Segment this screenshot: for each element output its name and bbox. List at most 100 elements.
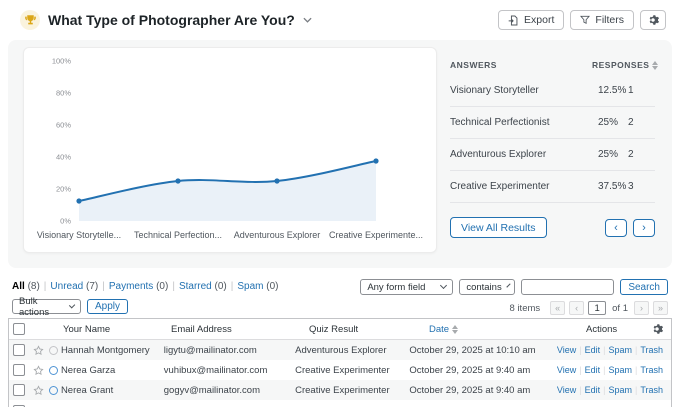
star-icon[interactable] xyxy=(33,365,44,376)
column-header-name: Your Name xyxy=(63,324,171,335)
filters-label: Filters xyxy=(595,14,624,26)
first-page-button[interactable]: « xyxy=(550,301,565,315)
search-input[interactable] xyxy=(521,279,614,295)
table-row: Hannah Montgomery ligytu@mailinator.com … xyxy=(9,340,671,360)
svg-text:Creative Experimente...: Creative Experimente... xyxy=(329,230,423,240)
entry-email: vuhibux@mailinator.com xyxy=(164,365,295,376)
column-header-date[interactable]: Date xyxy=(429,324,584,335)
table-row-partial xyxy=(9,400,671,407)
trash-link[interactable]: Trash xyxy=(640,365,663,375)
prev-answers-button[interactable]: ‹ xyxy=(605,219,627,237)
gear-icon xyxy=(647,14,659,26)
total-pages-label: of 1 xyxy=(612,303,628,314)
spam-link[interactable]: Spam xyxy=(608,385,632,395)
bulk-actions-select[interactable]: Bulk actions xyxy=(12,299,81,314)
entry-date: October 29, 2025 at 9:40 am xyxy=(409,365,557,376)
header-actions: Export Filters xyxy=(498,10,666,30)
svg-text:20%: 20% xyxy=(56,185,71,194)
trash-link[interactable]: Trash xyxy=(640,385,663,395)
svg-text:60%: 60% xyxy=(56,121,71,130)
spam-link[interactable]: Spam xyxy=(608,365,632,375)
entry-name: Hannah Montgomery xyxy=(61,345,164,356)
answers-column-header: Answers xyxy=(450,60,592,70)
sort-icon xyxy=(452,325,458,334)
star-icon[interactable] xyxy=(33,345,44,356)
edit-link[interactable]: Edit xyxy=(585,345,601,355)
apply-button[interactable]: Apply xyxy=(87,299,128,314)
results-overview-panel: 0% 20% 40% 60% 80% 100% Visionary Storytelle..… xyxy=(8,40,672,268)
filter-link-all[interactable]: All (8) xyxy=(12,281,40,292)
filter-link-payments[interactable]: Payments (0) xyxy=(109,281,168,292)
responses-column-header[interactable]: Responses xyxy=(592,60,655,70)
settings-button[interactable] xyxy=(640,10,666,30)
chevron-down-icon xyxy=(68,302,75,309)
filters-button[interactable]: Filters xyxy=(570,10,634,30)
spam-link[interactable]: Spam xyxy=(608,345,632,355)
svg-text:Technical Perfection...: Technical Perfection... xyxy=(134,230,222,240)
search-button[interactable]: Search xyxy=(620,279,668,295)
next-page-button[interactable]: › xyxy=(634,301,649,315)
row-checkbox[interactable] xyxy=(13,384,25,396)
entry-date: October 29, 2025 at 10:10 am xyxy=(409,345,557,356)
view-all-results-button[interactable]: View All Results xyxy=(450,217,547,238)
filter-link-starred[interactable]: Starred (0) xyxy=(179,281,227,292)
table-row: Nerea Garza vuhibux@mailinator.com Creat… xyxy=(9,360,671,380)
last-page-button[interactable]: » xyxy=(653,301,668,315)
answers-table-header: Answers Responses xyxy=(450,56,655,74)
view-link[interactable]: View xyxy=(557,345,576,355)
answers-panel: Answers Responses Visionary Storyteller … xyxy=(450,56,655,238)
prev-page-button[interactable]: ‹ xyxy=(569,301,584,315)
star-icon[interactable] xyxy=(33,385,44,396)
entry-name: Nerea Garza xyxy=(61,365,164,376)
select-all-checkbox[interactable] xyxy=(13,323,25,335)
sort-icon xyxy=(652,61,658,70)
entries-table: Your Name Email Address Quiz Result Date… xyxy=(8,318,672,407)
entries-section: All (8) Unread (7) Payments (0) Starred (0)… xyxy=(0,268,680,407)
chevron-down-icon xyxy=(440,282,447,289)
svg-text:80%: 80% xyxy=(56,89,71,98)
column-header-actions: Actions xyxy=(586,324,617,335)
pagination-row: 8 items « ‹ of 1 › » xyxy=(510,301,668,315)
entries-table-header: Your Name Email Address Quiz Result Date… xyxy=(9,319,671,340)
svg-text:40%: 40% xyxy=(56,153,71,162)
search-tools: Any form field contains Search xyxy=(360,279,668,295)
read-status-icon[interactable] xyxy=(49,386,58,395)
next-answers-button[interactable]: › xyxy=(633,219,655,237)
app-header: What Type of Photographer Are You? Expor… xyxy=(0,0,680,40)
results-chart: 0% 20% 40% 60% 80% 100% Visionary Storytelle..… xyxy=(24,48,437,253)
results-chart-card: 0% 20% 40% 60% 80% 100% Visionary Storytelle..… xyxy=(23,47,437,253)
page-title: What Type of Photographer Are You? xyxy=(48,12,295,28)
items-count: 8 items xyxy=(510,303,541,314)
entry-status-filters: All (8) Unread (7) Payments (0) Starred (0)… xyxy=(12,281,279,292)
view-link[interactable]: View xyxy=(557,385,576,395)
filter-link-unread[interactable]: Unread (7) xyxy=(50,281,98,292)
view-link[interactable]: View xyxy=(557,365,576,375)
current-page-input[interactable] xyxy=(588,301,606,315)
trophy-icon xyxy=(20,10,40,30)
entry-quiz-result: Creative Experimenter xyxy=(295,385,409,396)
entry-quiz-result: Creative Experimenter xyxy=(295,365,409,376)
svg-text:0%: 0% xyxy=(60,217,71,226)
comparison-select[interactable]: contains xyxy=(459,279,515,295)
svg-text:Visionary Storytelle...: Visionary Storytelle... xyxy=(37,230,121,240)
read-status-icon[interactable] xyxy=(49,366,58,375)
edit-link[interactable]: Edit xyxy=(585,385,601,395)
trash-link[interactable]: Trash xyxy=(640,345,663,355)
export-button[interactable]: Export xyxy=(498,10,564,30)
filter-link-spam[interactable]: Spam (0) xyxy=(237,281,278,292)
row-checkbox[interactable] xyxy=(13,364,25,376)
entry-date: October 29, 2025 at 9:40 am xyxy=(409,385,557,396)
edit-link[interactable]: Edit xyxy=(585,365,601,375)
read-status-icon[interactable] xyxy=(49,346,58,355)
entry-email: gogyv@mailinator.com xyxy=(164,385,295,396)
svg-text:100%: 100% xyxy=(52,57,72,66)
form-field-select[interactable]: Any form field xyxy=(360,279,453,295)
row-checkbox[interactable] xyxy=(13,344,25,356)
quiz-title-dropdown[interactable]: What Type of Photographer Are You? xyxy=(20,10,312,30)
svg-text:Adventurous Explorer: Adventurous Explorer xyxy=(234,230,321,240)
table-settings-gear-icon[interactable] xyxy=(651,323,663,335)
answers-footer: View All Results ‹ › xyxy=(450,217,655,238)
export-label: Export xyxy=(524,14,554,26)
answer-row: Adventurous Explorer 25% 2 xyxy=(450,138,655,170)
entry-quiz-result: Adventurous Explorer xyxy=(295,345,409,356)
